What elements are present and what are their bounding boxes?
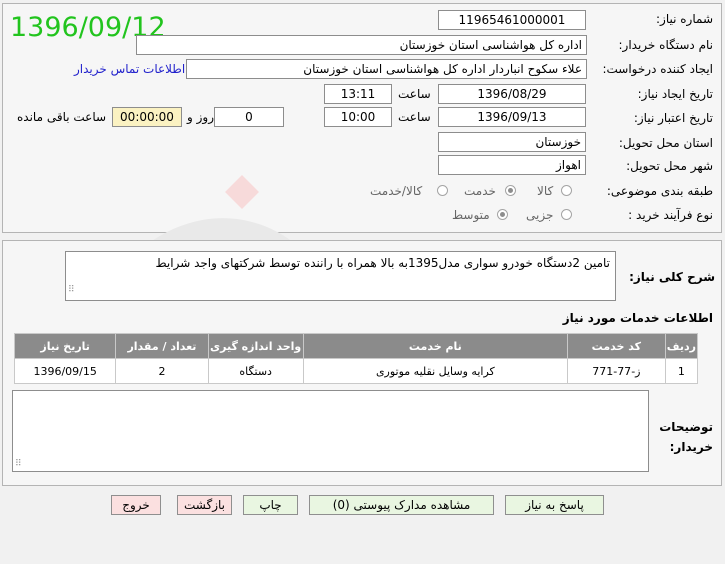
services-table: تاریخ نیاز تعداد / مقدار واحد اندازه گیر… (13, 333, 699, 384)
back-button[interactable]: بازگشت (177, 495, 232, 515)
process-option-minor: جزیی (526, 208, 554, 222)
notes-resize-grip[interactable]: ⠿ (15, 459, 22, 469)
validity-date-label: تاریخ اعتبار نیاز: (633, 111, 713, 125)
created-time-field: 13:11 (324, 84, 392, 104)
need-number-label: شماره نیاز: (656, 12, 713, 26)
col-unit: واحد اندازه گیری (207, 333, 304, 359)
col-service-code: کد خدمت (566, 333, 666, 359)
cell-date: 1396/09/15 (13, 358, 117, 384)
category-radio-goods[interactable] (561, 185, 572, 196)
cell-service-name: کرایه وسایل نقلیه موتوری (302, 358, 568, 384)
category-option-service: خدمت (464, 184, 496, 198)
cell-unit: دستگاه (207, 358, 304, 384)
process-radio-minor[interactable] (561, 209, 572, 220)
col-date: تاریخ نیاز (13, 333, 117, 359)
need-number-field: 11965461000001 (438, 10, 586, 30)
cell-qty: 2 (115, 358, 209, 384)
description-field: تامین 2دستگاه خودرو سواری مدل1395به بالا… (65, 251, 616, 301)
process-label: نوع فرآیند خرید : (628, 208, 713, 222)
cell-service-code: ز-77-771 (566, 358, 666, 384)
remaining-days-label: روز و (187, 110, 214, 124)
validity-date-field: 1396/09/13 (438, 107, 586, 127)
buyer-org-field: اداره کل هواشناسی استان خوزستان (136, 35, 587, 55)
buyer-contact-link[interactable]: اطلاعات تماس خریدار (74, 62, 185, 76)
category-radio-service[interactable] (505, 185, 516, 196)
print-button[interactable]: چاپ (243, 495, 298, 515)
validity-time-field: 10:00 (324, 107, 392, 127)
buyer-org-label: نام دستگاه خریدار: (618, 38, 714, 52)
category-label: طبقه بندی موضوعی: (606, 184, 713, 198)
process-option-medium: متوسط (452, 208, 490, 222)
resize-grip[interactable]: ⠿ (68, 281, 75, 299)
col-row: ردیف (664, 333, 699, 359)
category-option-goods-service: کالا/خدمت (370, 184, 423, 198)
city-label: شهر محل تحویل: (626, 159, 713, 173)
province-field: خوزستان (438, 132, 586, 152)
created-date-label: تاریخ ایجاد نیاز: (637, 87, 713, 101)
table-row: 1396/09/15 2 دستگاه کرایه وسایل نقلیه مو… (13, 358, 699, 384)
services-title: اطلاعات خدمات مورد نیاز (562, 311, 713, 325)
buyer-notes-label-line1: توضیحات (659, 420, 713, 434)
reply-button[interactable]: پاسخ به نیاز (505, 495, 604, 515)
province-label: استان محل تحویل: (618, 136, 713, 150)
view-attachments-button[interactable]: مشاهده مدارک پیوستی (0) (309, 495, 494, 515)
created-date-field: 1396/08/29 (438, 84, 586, 104)
validity-time-label: ساعت (398, 110, 431, 124)
remaining-time-label: ساعت باقی مانده (17, 110, 107, 124)
buyer-notes-label-line2: خریدار: (669, 440, 713, 454)
remaining-time-field: 00:00:00 (112, 107, 182, 127)
description-label: شرح کلی نیاز: (629, 270, 715, 284)
category-radio-goods-service[interactable] (437, 185, 448, 196)
exit-button[interactable]: خروج (111, 495, 161, 515)
cell-row: 1 (664, 358, 699, 384)
category-option-goods: کالا (537, 184, 554, 198)
city-field: اهواز (438, 155, 586, 175)
requester-label: ایجاد کننده درخواست: (602, 62, 713, 76)
created-time-label: ساعت (398, 87, 431, 101)
description-text: تامین 2دستگاه خودرو سواری مدل1395به بالا… (155, 256, 610, 270)
buyer-notes-label: توضیحات خریدار: (659, 417, 713, 457)
process-radio-medium[interactable] (497, 209, 508, 220)
requester-field: علاء سکوح انباردار اداره کل هواشناسی است… (186, 59, 587, 79)
col-service-name: نام خدمت (302, 333, 568, 359)
col-qty: تعداد / مقدار (115, 333, 209, 359)
remaining-days-field: 0 (214, 107, 284, 127)
buyer-notes-field (12, 390, 649, 472)
services-table-header: تاریخ نیاز تعداد / مقدار واحد اندازه گیر… (13, 333, 699, 359)
